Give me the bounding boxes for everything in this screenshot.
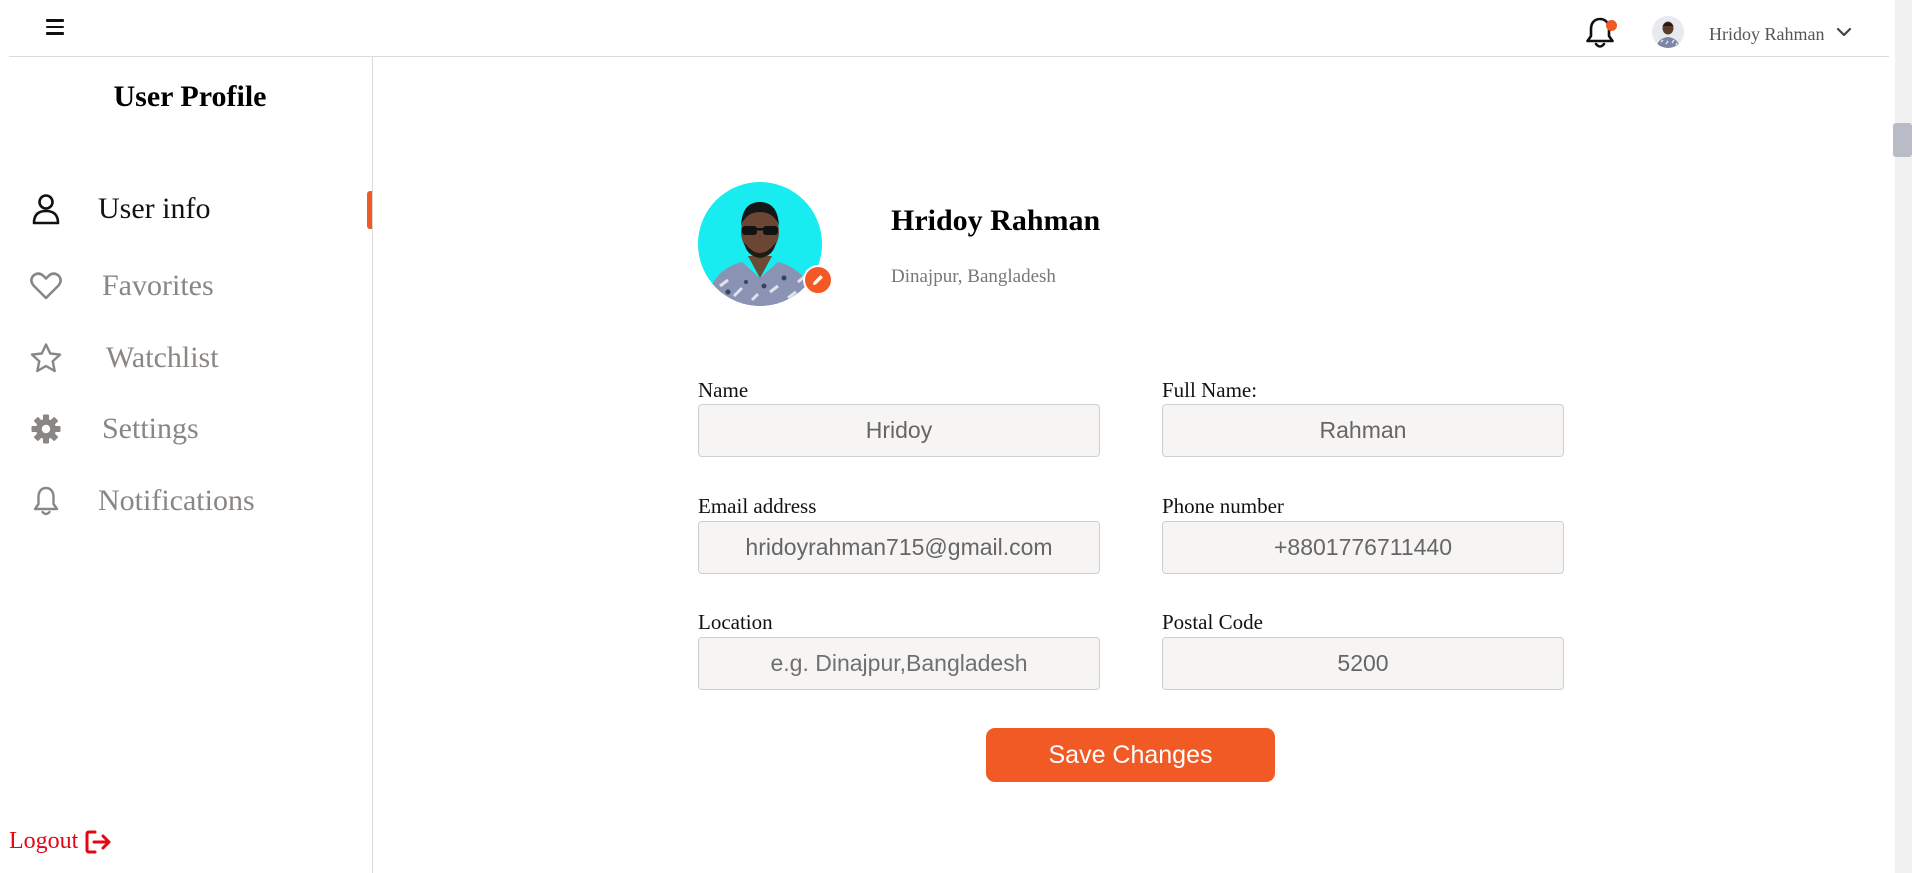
edit-avatar-button[interactable] (803, 265, 833, 295)
hamburger-icon[interactable] (46, 18, 64, 36)
scrollbar-thumb[interactable] (1893, 123, 1912, 157)
phone-field[interactable] (1162, 521, 1564, 574)
sidebar-item-label: Settings (102, 412, 199, 445)
profile-location: Dinajpur, Bangladesh (891, 266, 1056, 287)
logout-button[interactable]: Logout (9, 828, 114, 855)
save-changes-button[interactable]: Save Changes (986, 728, 1275, 782)
sidebar-item-label: Notifications (98, 484, 255, 517)
avatar[interactable] (1652, 16, 1684, 48)
sidebar-item-favorites[interactable]: Favorites (28, 261, 368, 311)
top-bar (0, 0, 1912, 57)
email-field[interactable] (698, 521, 1100, 574)
pencil-icon (813, 275, 823, 285)
profile-name: Hridoy Rahman (891, 204, 1101, 237)
sidebar-item-notifications[interactable]: Notifications (28, 476, 368, 526)
postal-code-label: Postal Code (1162, 610, 1263, 634)
bell-icon (28, 483, 64, 519)
notifications-button[interactable] (1584, 16, 1618, 52)
logout-label: Logout (9, 828, 79, 854)
gear-icon (28, 411, 64, 447)
full-name-field[interactable] (1162, 404, 1564, 457)
sidebar-item-settings[interactable]: Settings (28, 404, 368, 454)
postal-code-field[interactable] (1162, 637, 1564, 690)
profile-avatar (698, 182, 822, 306)
chevron-down-icon[interactable] (1836, 26, 1852, 38)
sidebar-item-label: User info (98, 192, 211, 225)
phone-label: Phone number (1162, 494, 1284, 518)
location-field[interactable] (698, 637, 1100, 690)
sidebar-item-user-info[interactable]: User info (28, 184, 368, 234)
email-label: Email address (698, 494, 817, 518)
full-name-label: Full Name: (1162, 378, 1258, 402)
sidebar-item-label: Watchlist (106, 341, 219, 374)
sidebar-divider (372, 57, 373, 873)
star-icon (28, 340, 64, 376)
name-field[interactable] (698, 404, 1100, 457)
location-label: Location (698, 610, 773, 634)
notification-badge (1606, 20, 1617, 31)
logout-icon (85, 830, 111, 853)
sidebar-title: User Profile (113, 80, 267, 113)
sidebar-item-watchlist[interactable]: Watchlist (28, 333, 368, 383)
sidebar-item-label: Favorites (102, 269, 214, 302)
user-menu-name[interactable]: Hridoy Rahman (1709, 24, 1824, 45)
user-icon (28, 191, 64, 227)
name-label: Name (698, 378, 749, 402)
top-bar-divider (9, 56, 1889, 57)
heart-icon (28, 268, 64, 304)
